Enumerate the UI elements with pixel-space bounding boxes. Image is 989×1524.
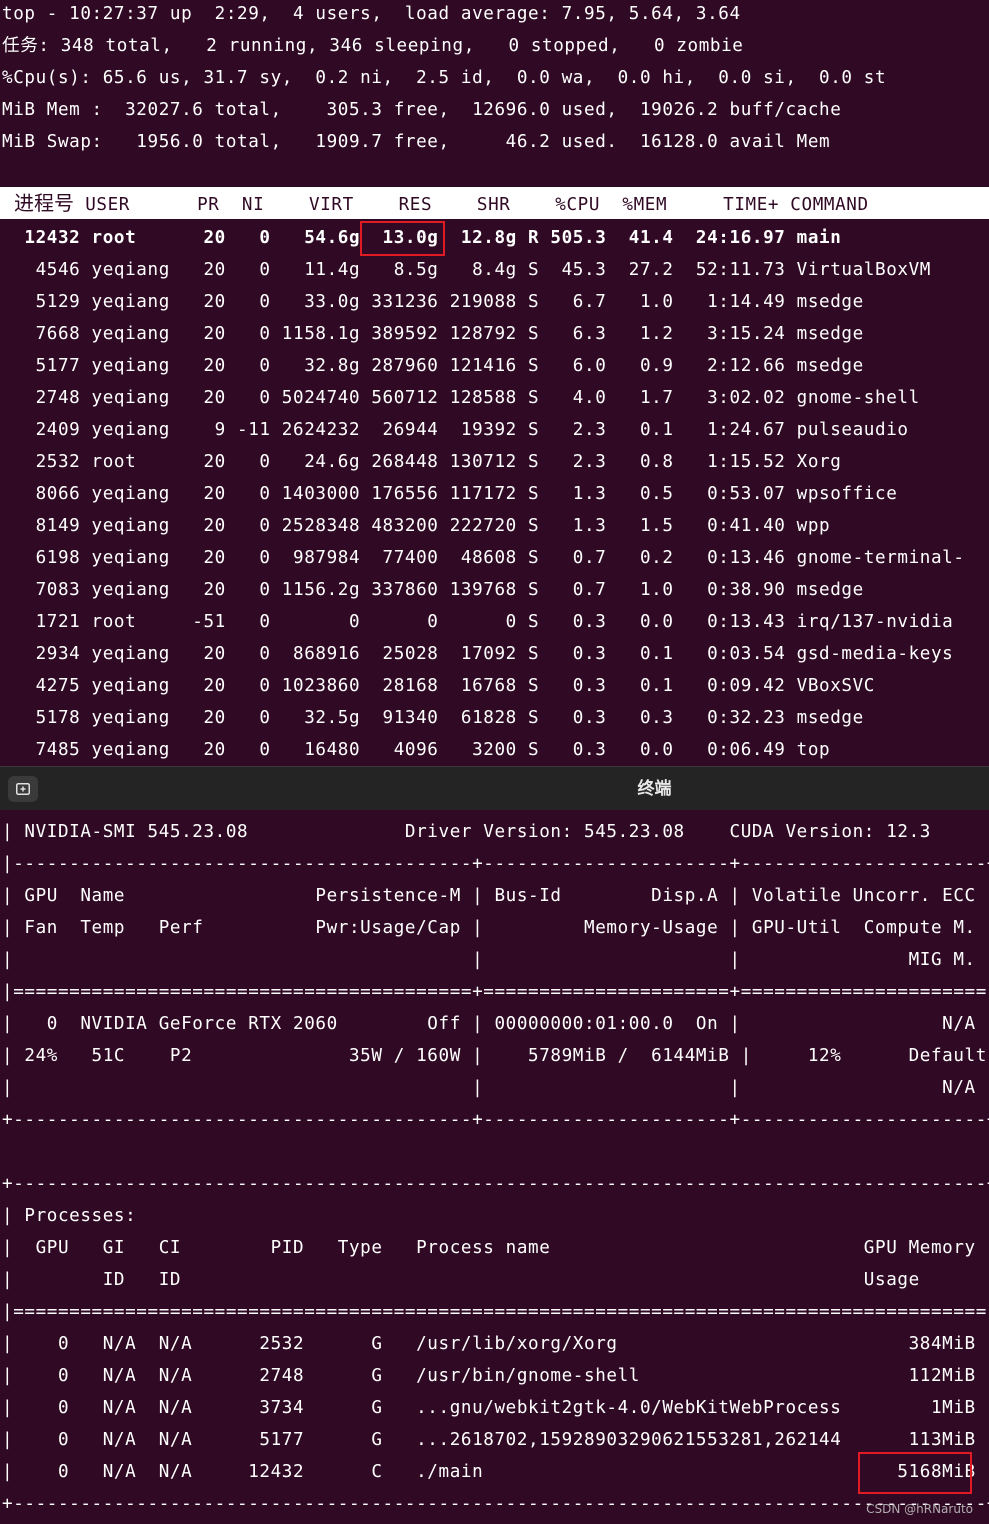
process-row: 8066 yeqiang 20 0 1403000 176556 117172 …: [2, 484, 898, 504]
process-row: 7668 yeqiang 20 0 1158.1g 389592 128792 …: [2, 324, 864, 344]
process-row: 4275 yeqiang 20 0 1023860 28168 16768 S …: [2, 676, 876, 696]
top-column-header: 进程号 USER PR NI VIRT RES SHR %CPU %MEM TI…: [0, 187, 989, 219]
watermark: CSDN @hRNaruto: [866, 1502, 973, 1516]
process-row: 4546 yeqiang 20 0 11.4g 8.5g 8.4g S 45.3…: [2, 260, 931, 280]
terminal-window-title: 终端: [637, 779, 672, 799]
smi-line: +---------------------------------------…: [2, 1174, 989, 1194]
process-row: 2409 yeqiang 9 -11 2624232 26944 19392 S…: [2, 420, 909, 440]
process-row: 2532 root 20 0 24.6g 268448 130712 S 2.3…: [2, 452, 842, 472]
process-row: 5178 yeqiang 20 0 32.5g 91340 61828 S 0.…: [2, 708, 864, 728]
process-row: 5129 yeqiang 20 0 33.0g 331236 219088 S …: [2, 292, 864, 312]
terminal-tab-bar: 终端: [0, 766, 989, 811]
smi-line: | 0 N/A N/A 2748 G /usr/bin/gnome-shell …: [2, 1366, 989, 1386]
process-row: 7083 yeqiang 20 0 1156.2g 337860 139768 …: [2, 580, 864, 600]
smi-line: +---------------------------------------…: [2, 1110, 989, 1130]
smi-line: | 0 N/A N/A 3734 G ...gnu/webkit2gtk-4.0…: [2, 1398, 989, 1418]
process-row: 1721 root -51 0 0 0 0 S 0.3 0.0 0:13.43 …: [2, 612, 954, 632]
top-cpu-line: %Cpu(s): 65.6 us, 31.7 sy, 0.2 ni, 2.5 i…: [2, 68, 887, 88]
smi-line: | 24% 51C P2 35W / 160W | 5789MiB / 6144…: [2, 1046, 989, 1066]
smi-line: | ID ID Usage |: [2, 1270, 989, 1290]
smi-line: | | | MIG M. |: [2, 950, 989, 970]
process-row: 2748 yeqiang 20 0 5024740 560712 128588 …: [2, 388, 920, 408]
process-row: 8149 yeqiang 20 0 2528348 483200 222720 …: [2, 516, 831, 536]
process-row: 7485 yeqiang 20 0 16480 4096 3200 S 0.3 …: [2, 740, 831, 760]
smi-line: +---------------------------------------…: [2, 1494, 989, 1514]
top-mem-line: MiB Mem : 32027.6 total, 305.3 free, 126…: [2, 100, 842, 120]
smi-line: |=======================================…: [2, 982, 989, 1002]
smi-line: | Fan Temp Perf Pwr:Usage/Cap | Memory-U…: [2, 918, 989, 938]
smi-line: |---------------------------------------…: [2, 854, 989, 874]
top-tasks-line: 任务: 348 total, 2 running, 346 sleeping, …: [2, 36, 744, 56]
top-terminal-pane[interactable]: top - 10:27:37 up 2:29, 4 users, load av…: [0, 0, 989, 766]
top-header-text: 进程号 USER PR NI VIRT RES SHR %CPU %MEM TI…: [14, 187, 869, 219]
header-pid-label: 进程号: [14, 191, 74, 215]
nvidia-smi-terminal-pane[interactable]: | NVIDIA-SMI 545.23.08 Driver Version: 5…: [0, 810, 989, 1524]
smi-line: | NVIDIA-SMI 545.23.08 Driver Version: 5…: [2, 822, 989, 842]
header-columns: USER PR NI VIRT RES SHR %CPU %MEM TIME+ …: [74, 195, 869, 215]
smi-line: | Processes: |: [2, 1206, 989, 1226]
smi-line: | | | N/A |: [2, 1078, 989, 1098]
smi-line: | 0 N/A N/A 5177 G ...2618702,1592890329…: [2, 1430, 989, 1450]
smi-line: | 0 N/A N/A 2532 G /usr/lib/xorg/Xorg 38…: [2, 1334, 989, 1354]
smi-line: |=======================================…: [2, 1302, 989, 1322]
gpu-memory-highlight-box: [858, 1452, 972, 1494]
smi-line: | GPU GI CI PID Type Process name GPU Me…: [2, 1238, 989, 1258]
top-swap-line: MiB Swap: 1956.0 total, 1909.7 free, 46.…: [2, 132, 831, 152]
process-row: 6198 yeqiang 20 0 987984 77400 48608 S 0…: [2, 548, 965, 568]
top-uptime-line: top - 10:27:37 up 2:29, 4 users, load av…: [2, 4, 741, 24]
process-row: 5177 yeqiang 20 0 32.8g 287960 121416 S …: [2, 356, 864, 376]
process-row: 2934 yeqiang 20 0 868916 25028 17092 S 0…: [2, 644, 954, 664]
res-highlight-box: [360, 221, 445, 256]
smi-line: | GPU Name Persistence-M | Bus-Id Disp.A…: [2, 886, 989, 906]
smi-line: | 0 NVIDIA GeForce RTX 2060 Off | 000000…: [2, 1014, 989, 1034]
smi-line: | 0 N/A N/A 12432 C ./main 5168MiB |: [2, 1462, 989, 1482]
